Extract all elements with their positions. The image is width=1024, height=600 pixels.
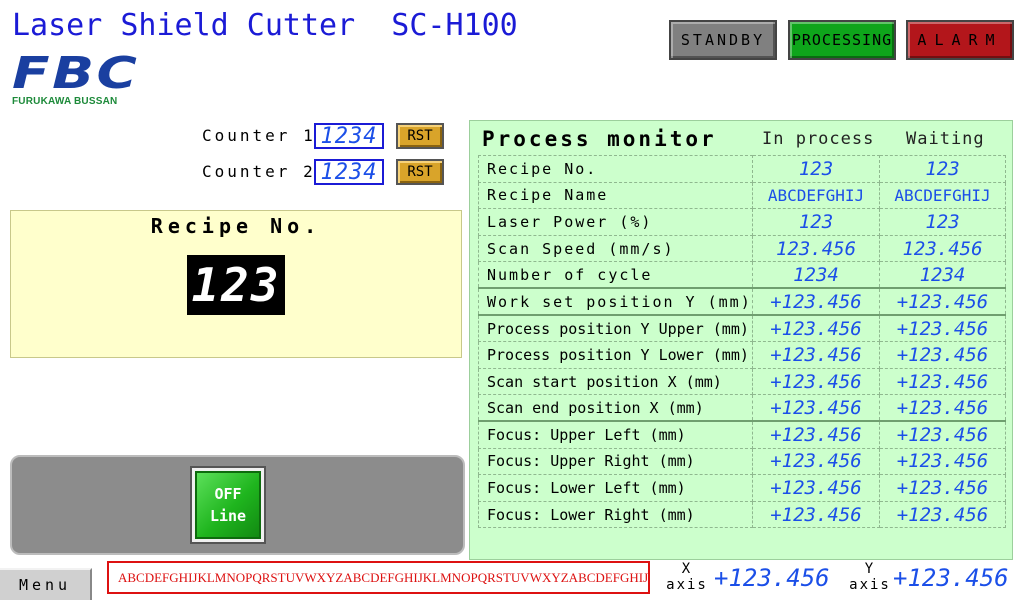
counter-2-label: Counter 2: [202, 162, 316, 181]
monitor-waiting-value: 123: [879, 208, 1006, 236]
monitor-row-label: Focus: Lower Left (mm): [478, 474, 753, 502]
monitor-in-process-value: 123: [752, 155, 880, 183]
monitor-row-label: Recipe Name: [478, 181, 753, 210]
monitor-in-process-value: +123.456: [752, 447, 880, 476]
monitor-row-label: Scan start position X (mm): [478, 367, 753, 396]
offline-button-face: OFF Line: [195, 471, 261, 539]
counter-2-value: 1234: [314, 159, 384, 185]
counter-2-reset-button[interactable]: RST: [396, 159, 444, 185]
monitor-waiting-value: 123: [879, 155, 1006, 183]
monitor-in-process-value: +123.456: [752, 341, 880, 369]
offline-panel: OFF Line: [10, 455, 465, 555]
monitor-table: Recipe No. 123 123 Recipe Name ABCDEFGHIJ ABC…: [478, 155, 1006, 529]
offline-button-line1: OFF: [214, 485, 242, 503]
monitor-row: Focus: Upper Right (mm) +123.456 +123.456: [478, 447, 1006, 476]
monitor-waiting-value: +123.456: [879, 394, 1006, 422]
monitor-row: Process position Y Upper (mm) +123.456 +12…: [478, 314, 1006, 343]
monitor-waiting-value: 1234: [879, 261, 1006, 289]
monitor-row-label: Laser Power (%): [478, 208, 753, 236]
x-axis-value: +123.456: [714, 564, 830, 592]
monitor-row: Focus: Upper Left (mm) +123.456 +123.456: [478, 420, 1006, 449]
monitor-in-process-value: +123.456: [752, 474, 880, 502]
monitor-row-label: Focus: Lower Right (mm): [478, 500, 753, 529]
recipe-title: Recipe No.: [150, 214, 322, 238]
counter-1-reset-button[interactable]: RST: [396, 123, 444, 149]
monitor-in-process-value: ABCDEFGHIJ: [752, 181, 880, 210]
monitor-title: Process monitor: [482, 127, 717, 151]
monitor-waiting-value: +123.456: [879, 287, 1006, 316]
offline-button-line2: Line: [209, 507, 247, 525]
monitor-row-label: Scan end position X (mm): [478, 394, 753, 422]
monitor-row-label: Focus: Upper Left (mm): [478, 420, 753, 449]
logo-subtitle: FURUKAWA BUSSAN: [12, 96, 118, 107]
monitor-in-process-value: 123.456: [752, 234, 880, 263]
x-axis-label: X axis: [665, 561, 709, 593]
monitor-row: Laser Power (%) 123 123: [478, 208, 1006, 236]
monitor-in-process-value: 1234: [752, 261, 880, 289]
monitor-waiting-value: +123.456: [879, 447, 1006, 476]
monitor-in-process-value: +123.456: [752, 394, 880, 422]
monitor-row-label: Process position Y Lower (mm): [478, 341, 753, 369]
col-header-in-process: In process: [762, 129, 875, 149]
monitor-waiting-value: +123.456: [879, 341, 1006, 369]
offline-button[interactable]: OFF Line: [190, 466, 266, 544]
monitor-row-label: Scan Speed (mm/s): [478, 234, 753, 263]
y-axis-label: Y axis: [848, 561, 892, 593]
counter-1-label: Counter 1: [202, 126, 316, 145]
logo-letters: FBC: [12, 48, 140, 99]
process-monitor: Process monitor In process Waiting Recip…: [469, 120, 1013, 560]
monitor-row: Process position Y Lower (mm) +123.456 +12…: [478, 341, 1006, 369]
monitor-waiting-value: ABCDEFGHIJ: [879, 181, 1006, 210]
processing-indicator: PROCESSING: [788, 20, 896, 60]
alarm-indicator: ALARM: [906, 20, 1014, 60]
monitor-row: Scan start position X (mm) +123.456 +123.4…: [478, 367, 1006, 396]
monitor-row: Focus: Lower Left (mm) +123.456 +123.456: [478, 474, 1006, 502]
y-axis-letter: Y: [864, 561, 876, 577]
y-axis-word: axis: [849, 577, 891, 593]
monitor-in-process-value: 123: [752, 208, 880, 236]
monitor-row-label: Focus: Upper Right (mm): [478, 447, 753, 476]
monitor-waiting-value: +123.456: [879, 367, 1006, 396]
monitor-row-label: Process position Y Upper (mm): [478, 314, 753, 343]
message-box: ABCDEFGHIJKLMNOPQRSTUVWXYZABCDEFGHIJKLMN…: [107, 561, 650, 594]
recipe-number-display: 123: [187, 255, 285, 315]
monitor-row: Number of cycle 1234 1234: [478, 261, 1006, 289]
monitor-in-process-value: +123.456: [752, 500, 880, 529]
monitor-row-label: Number of cycle: [478, 261, 753, 289]
y-axis-value: +123.456: [893, 564, 1009, 592]
monitor-row: Focus: Lower Right (mm) +123.456 +123.456: [478, 500, 1006, 529]
app-title: Laser Shield Cutter SC-H100: [12, 8, 518, 43]
counter-1-value: 1234: [314, 123, 384, 149]
monitor-in-process-value: +123.456: [752, 314, 880, 343]
monitor-in-process-value: +123.456: [752, 420, 880, 449]
monitor-row: Recipe Name ABCDEFGHIJ ABCDEFGHIJ: [478, 181, 1006, 210]
x-axis-letter: X: [681, 561, 693, 577]
monitor-waiting-value: +123.456: [879, 500, 1006, 529]
monitor-row-label: Recipe No.: [478, 155, 753, 183]
monitor-in-process-value: +123.456: [752, 287, 880, 316]
monitor-row: Scan Speed (mm/s) 123.456 123.456: [478, 234, 1006, 263]
menu-button[interactable]: Menu: [0, 568, 92, 600]
monitor-row: Scan end position X (mm) +123.456 +123.456: [478, 394, 1006, 422]
recipe-panel: Recipe No. 123: [10, 210, 462, 358]
monitor-in-process-value: +123.456: [752, 367, 880, 396]
monitor-row-label: Work set position Y (mm): [478, 287, 753, 316]
monitor-waiting-value: +123.456: [879, 314, 1006, 343]
monitor-waiting-value: 123.456: [879, 234, 1006, 263]
fbc-logo: FBC FURUKAWA BUSSAN: [12, 52, 172, 108]
x-axis-word: axis: [666, 577, 708, 593]
standby-indicator: STANDBY: [669, 20, 777, 60]
monitor-waiting-value: +123.456: [879, 420, 1006, 449]
col-header-waiting: Waiting: [906, 129, 985, 149]
monitor-waiting-value: +123.456: [879, 474, 1006, 502]
monitor-row: Work set position Y (mm) +123.456 +123.456: [478, 287, 1006, 316]
monitor-row: Recipe No. 123 123: [478, 155, 1006, 183]
